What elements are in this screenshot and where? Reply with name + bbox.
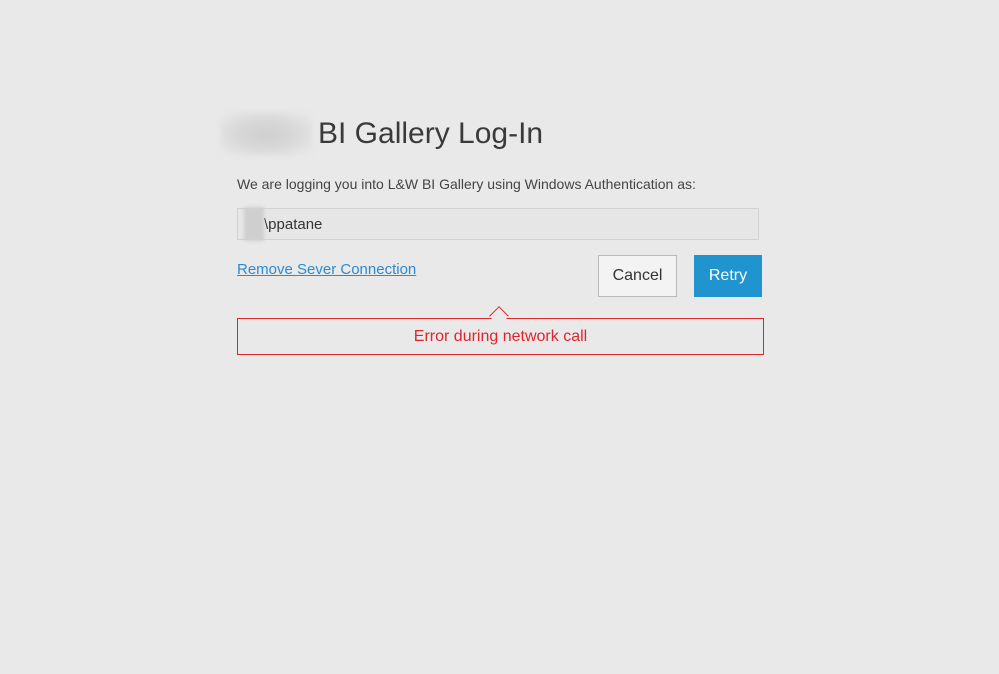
retry-button[interactable]: Retry [694,255,762,297]
error-text: Error during network call [413,327,588,345]
username-field: \ppatane [237,207,759,241]
logo-image [220,112,312,156]
username-value: \ppatane [264,215,323,233]
redacted-domain [244,207,264,241]
title-row: BI Gallery Log-In [220,110,543,158]
cancel-button[interactable]: Cancel [598,255,677,297]
login-page: BI Gallery Log-In We are logging you int… [0,0,999,674]
page-title: BI Gallery Log-In [318,117,544,150]
remove-server-connection-link[interactable]: Remove Sever Connection [237,261,416,278]
auth-description: We are logging you into L&W BI Gallery u… [237,176,696,192]
